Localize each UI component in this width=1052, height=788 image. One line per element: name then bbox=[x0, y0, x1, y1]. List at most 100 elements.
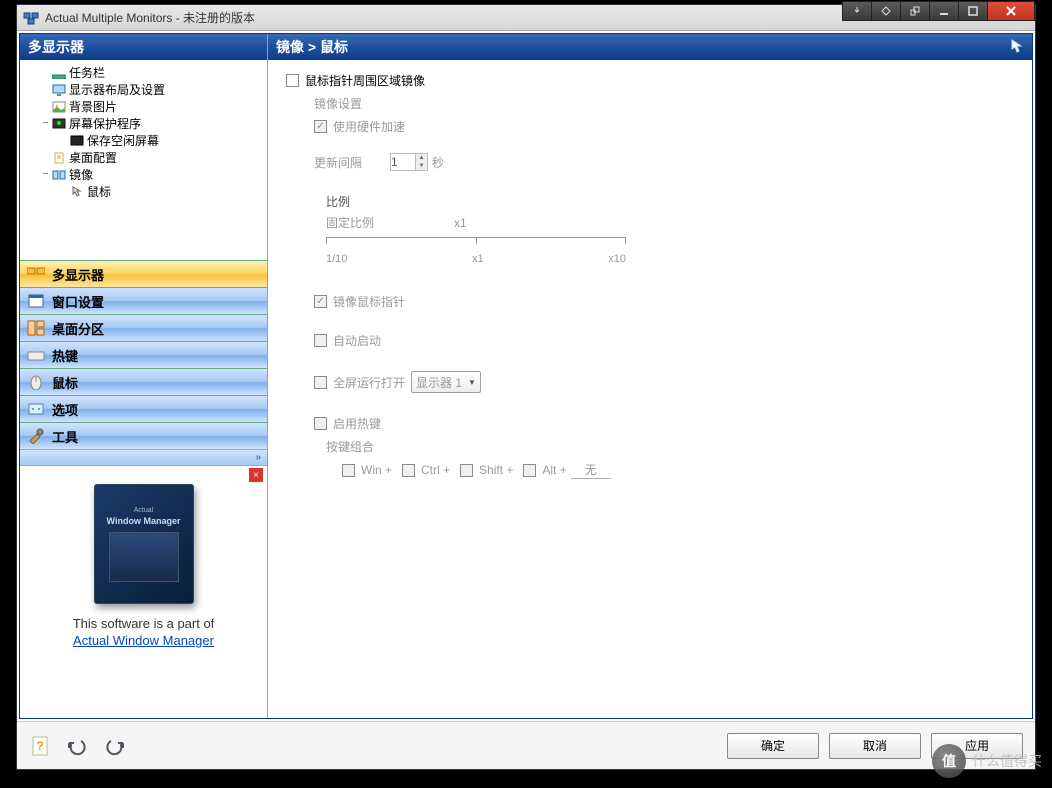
profile-icon bbox=[51, 151, 67, 165]
picture-icon bbox=[51, 100, 67, 114]
header-mouse-icon bbox=[1010, 39, 1024, 56]
main-panel: 镜像 > 鼠标 鼠标指针周围区域镜像 镜像设置 ✓ 使用硬件加速 更新间隔 bbox=[268, 34, 1032, 718]
mirror-icon bbox=[51, 168, 67, 182]
keyboard-icon bbox=[26, 346, 46, 364]
ok-button[interactable]: 确定 bbox=[727, 733, 819, 759]
label-seconds: 秒 bbox=[432, 154, 444, 171]
promo-panel: × Actual Window Manager This software is… bbox=[20, 465, 267, 718]
tree-item-wallpaper[interactable]: 背景图片 bbox=[22, 98, 265, 115]
tools-icon bbox=[26, 427, 46, 445]
sidebar: 多显示器 任务栏 显示器布局及设置 背景图片 −屏幕保护程序 保存空闲屏幕 桌面… bbox=[20, 34, 268, 718]
window-title: Actual Multiple Monitors - 未注册的版本 bbox=[45, 9, 255, 26]
label-scale: 比例 bbox=[326, 193, 1014, 210]
checkbox-mirror-area[interactable] bbox=[286, 74, 299, 87]
tree-item-mirror[interactable]: −镜像 bbox=[22, 166, 265, 183]
tree-item-mouse[interactable]: 鼠标 bbox=[22, 183, 265, 200]
label-mirror-settings: 镜像设置 bbox=[314, 95, 362, 112]
redo-button[interactable] bbox=[101, 733, 127, 759]
chevron-down-icon: ▼ bbox=[468, 378, 476, 387]
titlebar-extra1-button[interactable] bbox=[842, 1, 872, 21]
tree-item-idle[interactable]: 保存空闲屏幕 bbox=[22, 132, 265, 149]
options-icon bbox=[26, 400, 46, 418]
titlebar-extra2-button[interactable] bbox=[871, 1, 901, 21]
promo-link[interactable]: Actual Window Manager bbox=[73, 633, 214, 648]
checkbox-hw-accel[interactable]: ✓ bbox=[314, 120, 327, 133]
checkbox-hotkey[interactable] bbox=[314, 417, 327, 430]
checkbox-auto-start[interactable] bbox=[314, 334, 327, 347]
mouse-icon bbox=[69, 185, 85, 199]
label-hw-accel: 使用硬件加速 bbox=[333, 118, 405, 135]
label-mirror-area: 鼠标指针周围区域镜像 bbox=[305, 72, 425, 89]
monitor-icon bbox=[51, 83, 67, 97]
label-hotkey-combo: 按键组合 bbox=[326, 438, 374, 455]
minimize-button[interactable] bbox=[929, 1, 959, 21]
label-mirror-cursor: 镜像鼠标指针 bbox=[333, 293, 405, 310]
watermark-badge: 值 bbox=[932, 744, 966, 778]
cat-hotkeys[interactable]: 热键 bbox=[20, 341, 267, 368]
label-auto-start: 自动启动 bbox=[333, 332, 381, 349]
tree-item-layout[interactable]: 显示器布局及设置 bbox=[22, 81, 265, 98]
main-header: 镜像 > 鼠标 bbox=[268, 34, 1032, 60]
checkbox-ctrl[interactable] bbox=[402, 464, 415, 477]
window-body: 多显示器 任务栏 显示器布局及设置 背景图片 −屏幕保护程序 保存空闲屏幕 桌面… bbox=[19, 33, 1033, 719]
checkbox-win[interactable] bbox=[342, 464, 355, 477]
footer: ? 确定 取消 应用 bbox=[17, 721, 1035, 769]
maximize-button[interactable] bbox=[958, 1, 988, 21]
tree-item-screensaver[interactable]: −屏幕保护程序 bbox=[22, 115, 265, 132]
screensaver-icon bbox=[51, 117, 67, 131]
value-fixed-scale: x1 bbox=[454, 216, 467, 230]
window-controls bbox=[843, 1, 1035, 21]
promo-text: This software is a part of bbox=[73, 616, 215, 631]
hotkey-key-input[interactable]: 无 bbox=[571, 461, 611, 479]
label-fixed-scale: 固定比例 bbox=[326, 214, 374, 231]
cat-expand-button[interactable]: » bbox=[20, 449, 267, 465]
promo-box-image: Actual Window Manager bbox=[94, 484, 194, 604]
breadcrumb: 镜像 > 鼠标 bbox=[276, 37, 348, 57]
scale-labels: 1/10x1x10 bbox=[326, 253, 626, 265]
nav-tree: 任务栏 显示器布局及设置 背景图片 −屏幕保护程序 保存空闲屏幕 桌面配置 −镜… bbox=[20, 60, 267, 260]
app-icon bbox=[23, 10, 39, 26]
mouse-cat-icon bbox=[26, 373, 46, 391]
close-button[interactable] bbox=[987, 1, 1035, 21]
collapse-icon[interactable]: − bbox=[40, 118, 51, 129]
taskbar-icon bbox=[51, 66, 67, 80]
svg-text:?: ? bbox=[36, 739, 43, 753]
tree-item-profile[interactable]: 桌面配置 bbox=[22, 149, 265, 166]
watermark-text: 什么值得买 bbox=[972, 751, 1042, 771]
content-area: 鼠标指针周围区域镜像 镜像设置 ✓ 使用硬件加速 更新间隔 1 ▲▼ 秒 bbox=[268, 60, 1032, 718]
undo-button[interactable] bbox=[65, 733, 91, 759]
cat-options[interactable]: 选项 bbox=[20, 395, 267, 422]
screen-icon bbox=[69, 134, 85, 148]
category-list: 多显示器 窗口设置 桌面分区 热键 鼠标 选项 工具 » bbox=[20, 260, 267, 465]
multimonitor-icon bbox=[26, 265, 46, 283]
collapse-icon[interactable]: − bbox=[40, 169, 51, 180]
window-settings-icon bbox=[26, 292, 46, 310]
checkbox-shift[interactable] bbox=[460, 464, 473, 477]
sidebar-header: 多显示器 bbox=[20, 34, 267, 60]
input-update-interval[interactable]: 1 ▲▼ bbox=[390, 153, 428, 171]
checkbox-alt[interactable] bbox=[523, 464, 536, 477]
scale-slider[interactable] bbox=[326, 237, 626, 251]
label-hotkey: 启用热键 bbox=[333, 415, 381, 432]
checkbox-fullscreen[interactable] bbox=[314, 376, 327, 389]
label-fullscreen: 全屏运行打开 bbox=[333, 374, 405, 391]
divider-icon bbox=[26, 319, 46, 337]
cat-mouse[interactable]: 鼠标 bbox=[20, 368, 267, 395]
cat-multimonitor[interactable]: 多显示器 bbox=[20, 260, 267, 287]
app-window: Actual Multiple Monitors - 未注册的版本 多显示器 任… bbox=[16, 4, 1036, 770]
titlebar: Actual Multiple Monitors - 未注册的版本 bbox=[17, 5, 1035, 31]
dropdown-monitor[interactable]: 显示器 1 ▼ bbox=[411, 371, 481, 393]
spin-up-icon[interactable]: ▲ bbox=[415, 154, 427, 162]
checkbox-mirror-cursor[interactable]: ✓ bbox=[314, 295, 327, 308]
cat-divider[interactable]: 桌面分区 bbox=[20, 314, 267, 341]
promo-close-button[interactable]: × bbox=[249, 468, 263, 482]
watermark: 值 什么值得买 bbox=[932, 744, 1042, 778]
cat-tools[interactable]: 工具 bbox=[20, 422, 267, 449]
cat-window[interactable]: 窗口设置 bbox=[20, 287, 267, 314]
label-update-interval: 更新间隔 bbox=[314, 154, 362, 171]
cancel-button[interactable]: 取消 bbox=[829, 733, 921, 759]
spin-down-icon[interactable]: ▼ bbox=[415, 162, 427, 170]
titlebar-extra3-button[interactable] bbox=[900, 1, 930, 21]
tree-item-taskbar[interactable]: 任务栏 bbox=[22, 64, 265, 81]
help-button[interactable]: ? bbox=[29, 733, 55, 759]
